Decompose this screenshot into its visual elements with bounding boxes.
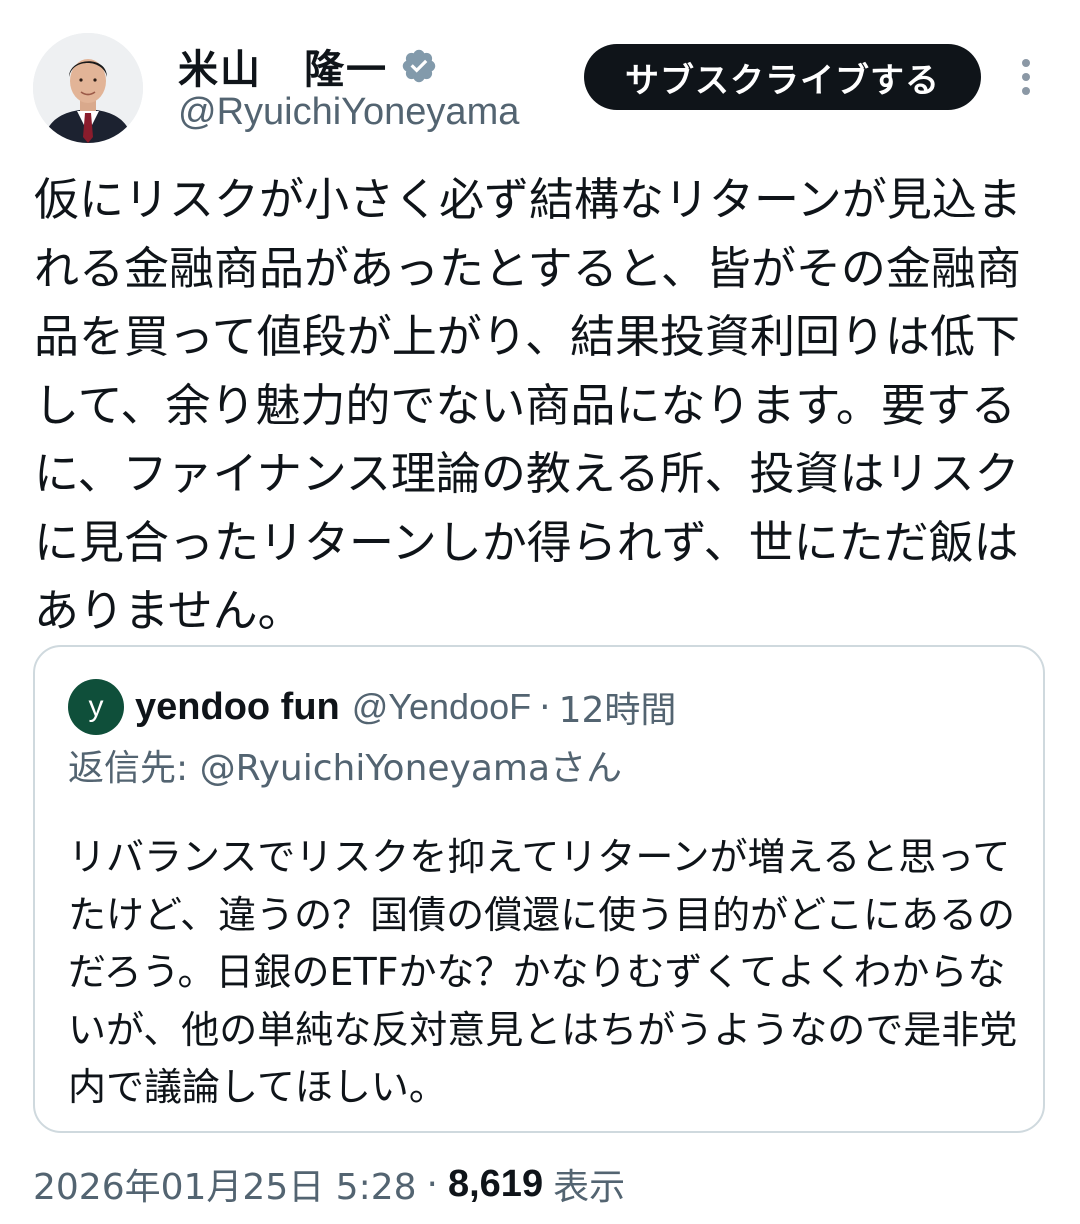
subscribe-button[interactable]: サブスクライブする xyxy=(584,44,981,110)
more-options-button[interactable] xyxy=(1008,55,1044,99)
quoted-tweet-card[interactable]: y yendoo fun @YendooF · 12時間 返信先: @Ryuic… xyxy=(33,645,1045,1133)
quote-timestamp[interactable]: 12時間 xyxy=(559,681,677,733)
author-name[interactable]: 米山 隆一 xyxy=(178,37,388,95)
author-avatar[interactable] xyxy=(33,33,143,143)
author-portrait xyxy=(33,33,143,143)
quote-reply-to: 返信先: @RyuichiYoneyamaさん xyxy=(68,748,623,789)
more-vertical-icon xyxy=(1022,59,1030,95)
quote-author-name[interactable]: yendoo fun xyxy=(135,686,340,729)
quote-author-avatar[interactable]: y xyxy=(68,679,124,735)
tweet-timestamp[interactable]: 2026年01月25日 5:28 xyxy=(33,1158,417,1210)
quote-separator: · xyxy=(539,686,551,728)
meta-separator: · xyxy=(426,1163,438,1205)
author-name-row: 米山 隆一 xyxy=(178,38,438,94)
author-handle[interactable]: @RyuichiYoneyama xyxy=(178,88,519,136)
view-count[interactable]: 8,619 xyxy=(448,1163,543,1206)
tweet-text: 仮にリスクが小さく必ず結構なリターンが見込まれる金融商品があったとすると、皆がそ… xyxy=(34,173,1022,637)
quote-text: リバランスでリスクを抑えてリターンが増えると思ってたけど、違うの？国債の償還に使… xyxy=(68,835,1018,1109)
quote-header: yendoo fun @YendooF · 12時間 xyxy=(135,679,676,735)
verified-badge-icon[interactable] xyxy=(400,47,438,85)
quote-author-handle[interactable]: @YendooF xyxy=(352,686,531,728)
view-count-label: 表示 xyxy=(553,1167,626,1208)
tweet-meta: 2026年01月25日 5:28 · 8,619 表示 xyxy=(33,1158,625,1210)
